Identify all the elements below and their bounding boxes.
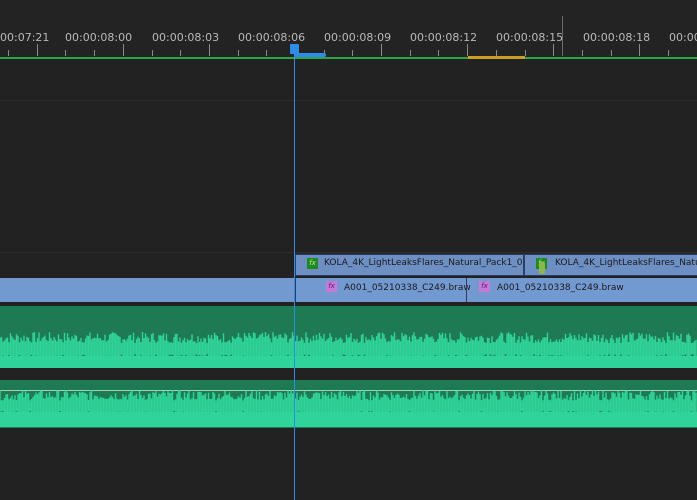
playhead-indicator (294, 53, 326, 57)
playhead-line[interactable] (294, 44, 295, 500)
audio-waveform (0, 332, 697, 427)
waveform-fill (0, 412, 697, 427)
waveform-fill (0, 356, 697, 368)
